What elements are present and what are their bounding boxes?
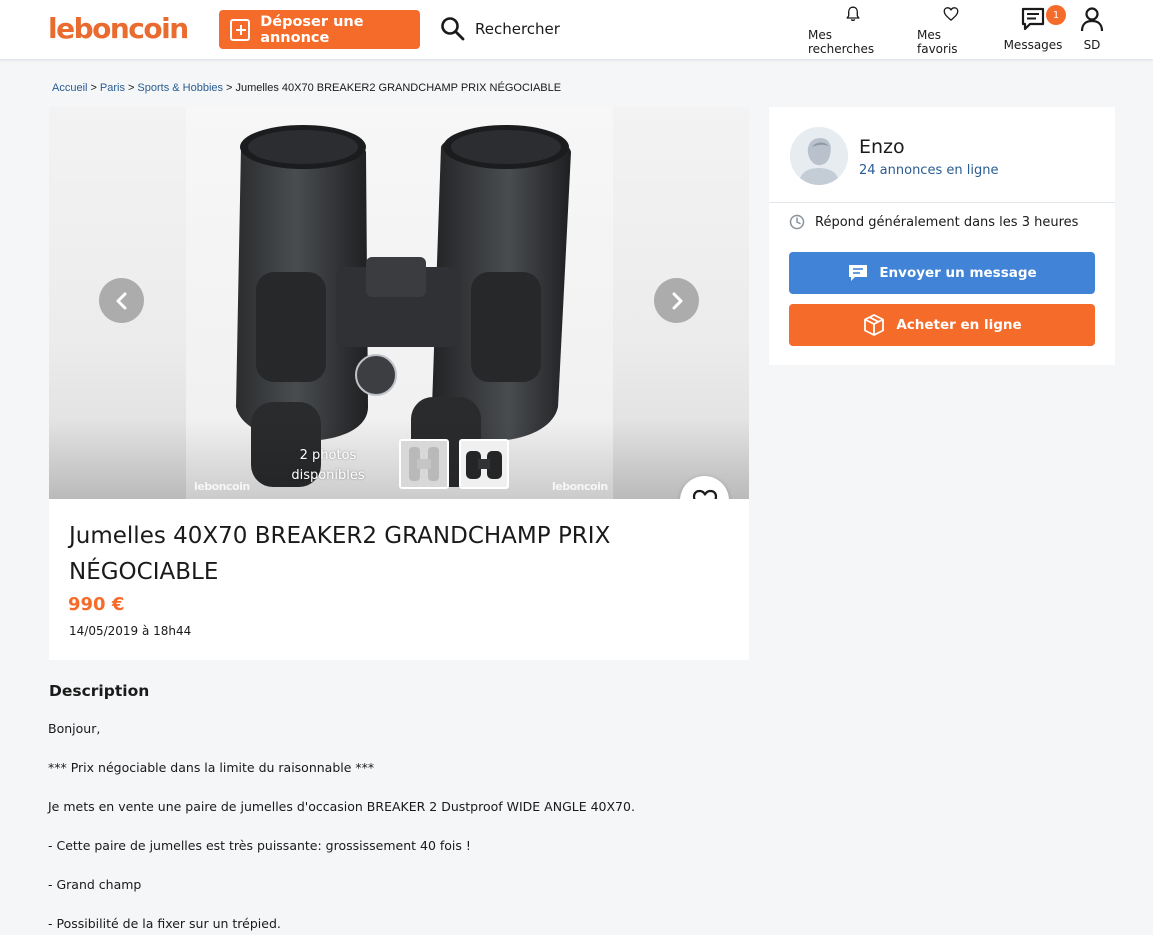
- chat-icon: [849, 265, 868, 281]
- ad-date: 14/05/2019 à 18h44: [69, 624, 192, 638]
- top-header: leboncoin Déposer une annonce Rechercher…: [0, 0, 1153, 60]
- messages-badge: 1: [1046, 5, 1066, 25]
- chevron-right-icon: [672, 292, 682, 309]
- send-message-label: Envoyer un message: [879, 265, 1037, 281]
- binoculars-thumbnail: [401, 441, 447, 487]
- nav-account-label: SD: [1083, 38, 1101, 52]
- package-icon: [864, 314, 885, 336]
- heart-icon: [943, 7, 959, 21]
- nav-my-favorites-label: Mes favoris: [917, 28, 958, 56]
- next-photo-button[interactable]: [654, 278, 699, 323]
- breadcrumb-separator: >: [127, 82, 135, 94]
- photo-gallery[interactable]: 2 photos disponibles leboncoin leboncoin: [49, 107, 749, 499]
- search-icon: [441, 17, 465, 41]
- description-line: Je mets en vente une paire de jumelles d…: [48, 799, 635, 814]
- search-label: Rechercher: [475, 19, 560, 38]
- description-body: Bonjour, *** Prix négociable dans la lim…: [48, 721, 728, 935]
- binoculars-thumbnail: [461, 441, 507, 487]
- previous-photo-button[interactable]: [99, 278, 144, 323]
- post-ad-button[interactable]: Déposer une annonce: [219, 10, 420, 49]
- description-line: - Possibilité de la fixer sur un trépied…: [48, 916, 281, 931]
- bell-icon: [846, 6, 860, 22]
- reply-time: Répond généralement dans les 3 heures: [789, 214, 1078, 230]
- nav-account[interactable]: SD: [1077, 6, 1107, 56]
- seller-name[interactable]: Enzo: [859, 136, 905, 158]
- description-line: - Cette paire de jumelles est très puiss…: [48, 838, 471, 853]
- breadcrumb-separator: >: [226, 82, 233, 94]
- breadcrumb-item[interactable]: Paris: [100, 82, 125, 94]
- seller-divider: [769, 202, 1115, 203]
- user-avatar-icon: [790, 127, 848, 185]
- seller-listings-link[interactable]: 24 annonces en ligne: [859, 163, 998, 178]
- breadcrumb-item[interactable]: Accueil: [52, 82, 87, 94]
- user-icon: [1080, 7, 1104, 32]
- nav-messages-label: Messages: [1003, 38, 1063, 52]
- reply-time-text: Répond généralement dans les 3 heures: [815, 214, 1079, 230]
- nav-my-searches-label: Mes recherches: [808, 28, 875, 56]
- seller-card: Enzo 24 annonces en ligne Répond général…: [769, 107, 1115, 365]
- watermark-right: leboncoin: [552, 480, 608, 493]
- description-line: - Grand champ: [48, 877, 142, 892]
- nav-my-favorites[interactable]: Mes favoris: [917, 6, 985, 56]
- watermark-left: leboncoin: [194, 480, 250, 493]
- photos-count-text: disponibles: [291, 468, 365, 483]
- buy-online-label: Acheter en ligne: [896, 317, 1022, 333]
- breadcrumb-item[interactable]: Sports & Hobbies: [137, 82, 223, 94]
- breadcrumb-current: Jumelles 40X70 BREAKER2 GRANDCHAMP PRIX …: [235, 82, 562, 94]
- nav-messages[interactable]: 1 Messages: [1003, 5, 1066, 56]
- message-icon: [1021, 7, 1045, 31]
- seller-avatar[interactable]: [790, 127, 848, 185]
- plus-square-icon: [230, 18, 251, 41]
- breadcrumb: Accueil > Paris > Sports & Hobbies > Jumelles …: [52, 82, 561, 94]
- thumbnail-2[interactable]: [459, 439, 509, 489]
- photos-count: 2 photos disponibles: [285, 446, 371, 486]
- send-message-button[interactable]: Envoyer un message: [789, 252, 1095, 294]
- breadcrumb-separator: >: [90, 82, 97, 94]
- chevron-left-icon: [116, 292, 126, 309]
- post-ad-label: Déposer une annonce: [260, 13, 364, 46]
- ad-summary-card: Jumelles 40X70 BREAKER2 GRANDCHAMP PRIX …: [49, 499, 749, 660]
- description-line: *** Prix négociable dans la limite du ra…: [48, 760, 375, 775]
- ad-title: Jumelles 40X70 BREAKER2 GRANDCHAMP PRIX …: [69, 523, 611, 585]
- clock-icon: [789, 214, 805, 230]
- search-link[interactable]: Rechercher: [440, 16, 560, 41]
- leboncoin-logo[interactable]: leboncoin: [48, 12, 189, 45]
- buy-online-button[interactable]: Acheter en ligne: [789, 304, 1095, 346]
- photos-count-number: 2 photos: [299, 448, 357, 463]
- nav-my-searches[interactable]: Mes recherches: [808, 6, 898, 56]
- description-heading: Description: [49, 682, 150, 700]
- thumbnail-1[interactable]: [399, 439, 449, 489]
- ad-price: 990 €: [68, 594, 125, 615]
- description-line: Bonjour,: [48, 721, 101, 736]
